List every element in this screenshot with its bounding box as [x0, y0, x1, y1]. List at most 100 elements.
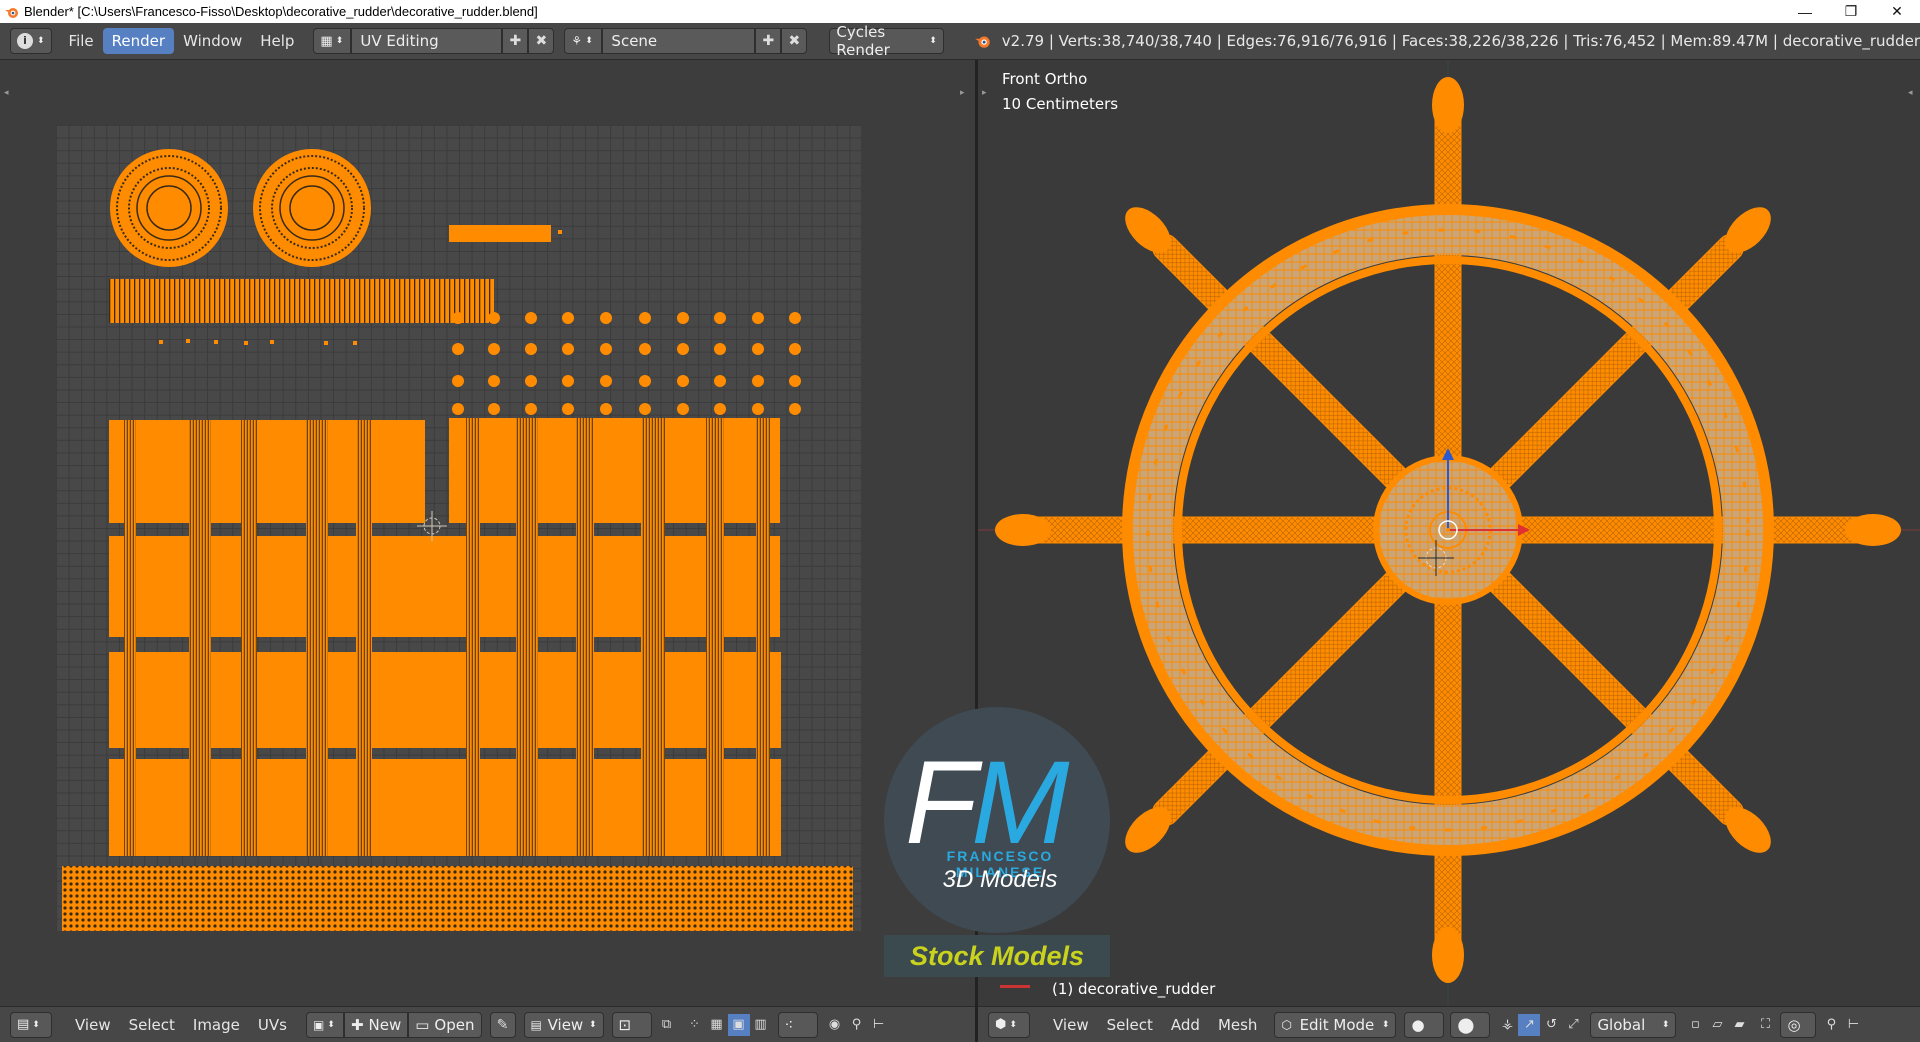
window-title: Blender* [C:\Users\Francesco-Fisso\Deskt… — [24, 4, 538, 19]
maximize-button[interactable]: ❐ — [1828, 0, 1874, 23]
snap-toggle-icon[interactable]: ⚲ — [1820, 1014, 1842, 1036]
3d-menu-add[interactable]: Add — [1162, 1012, 1209, 1038]
image-browse-group: ▣ ⬍ ✚ New ▭ Open — [305, 1011, 482, 1038]
snap-type-icon[interactable]: ⊢ — [868, 1014, 890, 1036]
scene-browse[interactable]: ⚘ ⬍ — [564, 28, 603, 54]
render-engine-label: Cycles Render — [836, 23, 890, 59]
menu-file[interactable]: File — [60, 28, 103, 54]
open-image-label: Open — [434, 1015, 475, 1034]
uv-menu-select[interactable]: Select — [120, 1012, 184, 1038]
island-select-icon[interactable]: ▥ — [750, 1014, 772, 1036]
remove-scene-icon[interactable]: ✖ — [781, 28, 808, 54]
logo-subtitle: 3D Models — [942, 866, 1058, 893]
snap-icon[interactable]: ⚲ — [846, 1014, 868, 1036]
add-screen-icon[interactable]: ✚ — [502, 28, 529, 54]
edge-select-mode-icon[interactable]: ▱ — [1706, 1014, 1728, 1036]
snap-element-icon[interactable]: ⊢ — [1842, 1014, 1864, 1036]
3d-viewport[interactable]: ▸ ◂ Front Ortho 10 Centimeters (1) decor… — [978, 60, 1920, 1006]
screen-layout-browse[interactable]: ▦ ⬍ — [313, 28, 352, 54]
screen-layout-name[interactable]: UV Editing — [351, 28, 503, 54]
pivot-point-dropdown[interactable]: ⬤ — [1450, 1011, 1491, 1038]
scene-icon: ⚘ — [571, 34, 583, 48]
open-image-button[interactable]: ▭ Open — [408, 1011, 482, 1038]
face-select-icon[interactable]: ▣ — [727, 1013, 750, 1036]
transform-orientation-dropdown[interactable]: Global ⬍ — [1590, 1011, 1677, 1038]
updown-arrows-icon: ⬍ — [37, 36, 45, 46]
pivot-dropdown[interactable]: ⊡ — [611, 1011, 652, 1038]
pivot-point-icon: ⬤ — [1457, 1015, 1475, 1034]
add-scene-icon[interactable]: ✚ — [755, 28, 782, 54]
stock-models-label: Stock Models — [909, 940, 1085, 971]
3d-editor-type-selector[interactable]: ⬢ ⬍ — [988, 1011, 1030, 1038]
close-button[interactable]: ✕ — [1874, 0, 1920, 23]
view-mode-dropdown[interactable]: ▤ View ⬍ — [523, 1011, 604, 1038]
translate-manipulator-icon[interactable]: ↗ — [1518, 1013, 1541, 1036]
sync-selection-icon[interactable]: ⧉ — [656, 1014, 678, 1036]
rudder-mesh — [978, 60, 1920, 1006]
uv-long-strip — [109, 279, 494, 323]
minimize-button[interactable]: — — [1782, 0, 1828, 23]
vertex-select-icon[interactable]: ⁘ — [684, 1014, 706, 1036]
uv-image-editor[interactable]: ◂ ▸ — [0, 60, 975, 1006]
axis-indicator-icon — [1000, 985, 1030, 988]
updown-arrows-icon: ⬍ — [588, 1019, 597, 1030]
rotate-manipulator-icon[interactable]: ↺ — [1540, 1014, 1562, 1036]
scale-manipulator-icon[interactable]: ⤢ — [1562, 1014, 1584, 1036]
face-select-mode-icon[interactable]: ▰ — [1728, 1014, 1750, 1036]
main-menu: File Render Window Help — [60, 28, 304, 54]
shading-dropdown[interactable]: ● — [1404, 1011, 1445, 1038]
proportional-icon: ◎ — [1787, 1015, 1801, 1034]
menu-window[interactable]: Window — [174, 28, 251, 54]
editor-type-selector[interactable]: i ⬍ — [10, 28, 52, 54]
manipulator-toggle-icon[interactable]: ⚶ — [1496, 1014, 1518, 1036]
proportional-editing-dropdown[interactable]: ◎ — [1780, 1011, 1817, 1038]
transform-orientation-label: Global — [1597, 1015, 1646, 1034]
solid-shading-icon: ● — [1411, 1015, 1425, 1034]
3d-menu-mesh[interactable]: Mesh — [1209, 1012, 1267, 1038]
vertex-select-mode-icon[interactable]: ▫ — [1684, 1014, 1706, 1036]
blender-logo-icon — [974, 32, 992, 50]
updown-arrows-icon: ⬍ — [1381, 1019, 1390, 1030]
plus-icon: ✚ — [350, 1015, 364, 1034]
updown-arrows-icon: ⬍ — [1661, 1019, 1670, 1030]
menu-render[interactable]: Render — [102, 28, 175, 54]
uv-disc-1 — [110, 149, 228, 267]
uv-grid-canvas[interactable] — [56, 125, 861, 931]
updown-arrows-icon: ⬍ — [929, 36, 937, 46]
edge-select-icon[interactable]: ▦ — [706, 1014, 728, 1036]
info-icon: i — [17, 33, 33, 49]
uv-editor-header: ▤ ⬍ View Select Image UVs ▣ ⬍ ✚ New ▭ Open… — [0, 1006, 975, 1042]
edit-mode-icon: ⬡ — [1281, 1017, 1292, 1032]
updown-arrows-icon: ⬍ — [327, 1019, 335, 1030]
uv-small-strip — [449, 225, 551, 242]
3d-menu-select[interactable]: Select — [1098, 1012, 1162, 1038]
view-mode-icon: ▤ — [530, 1017, 542, 1032]
region-expand-left-icon[interactable]: ◂ — [4, 88, 9, 98]
3d-menu-view[interactable]: View — [1044, 1012, 1098, 1038]
uv-menu-view[interactable]: View — [66, 1012, 120, 1038]
uv-bottom-strip — [62, 866, 853, 931]
scene-name[interactable]: Scene — [602, 28, 756, 54]
3d-view-header: ⬢ ⬍ View Select Add Mesh ⬡ Edit Mode ⬍ ● … — [978, 1006, 1920, 1042]
new-image-button[interactable]: ✚ New — [343, 1011, 409, 1038]
render-engine-dropdown[interactable]: Cycles Render ⬍ — [829, 23, 944, 59]
interaction-mode-dropdown[interactable]: ⬡ Edit Mode ⬍ — [1274, 1011, 1397, 1038]
uv-editor-type-selector[interactable]: ▤ ⬍ — [10, 1011, 52, 1038]
uv-block-grid — [109, 418, 781, 856]
region-expand-right-icon[interactable]: ▸ — [960, 88, 965, 98]
image-browse-button[interactable]: ▣ ⬍ — [305, 1011, 344, 1038]
remove-screen-icon[interactable]: ✖ — [528, 28, 555, 54]
menu-help[interactable]: Help — [251, 28, 303, 54]
proportional-edit-icon[interactable]: ◉ — [824, 1014, 846, 1036]
pin-icon[interactable]: ✎ — [489, 1011, 516, 1038]
uv-menu-image[interactable]: Image — [184, 1012, 249, 1038]
image-icon: ▣ — [312, 1017, 325, 1032]
limit-to-visible-icon[interactable]: ⛶ — [1754, 1014, 1776, 1036]
new-image-label: New — [368, 1015, 402, 1034]
uv-menu-uvs[interactable]: UVs — [249, 1012, 296, 1038]
info-header: i ⬍ File Render Window Help ▦ ⬍ UV Editin… — [0, 23, 1920, 60]
view-mode-label: View — [547, 1015, 584, 1034]
uv-islands — [62, 149, 853, 931]
sticky-select-dropdown[interactable]: ⁖ — [777, 1011, 818, 1038]
updown-arrows-icon: ⬍ — [585, 36, 593, 46]
